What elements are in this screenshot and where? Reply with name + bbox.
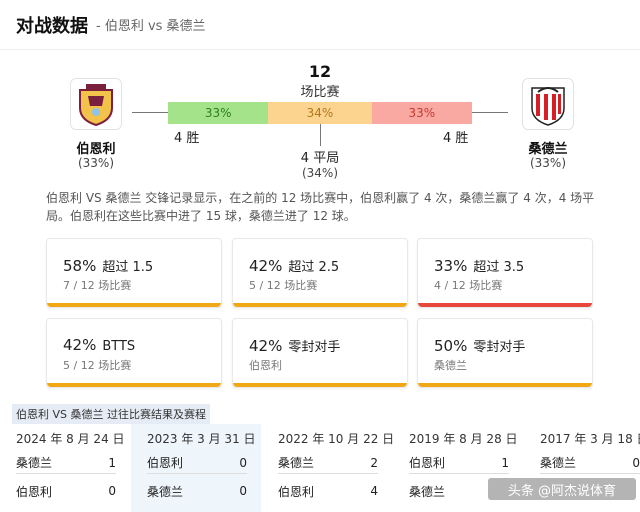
team-score: 0 [632, 455, 640, 470]
match-row: 桑德兰 0 [540, 452, 640, 474]
stat-label: 超过 2.5 [288, 260, 340, 275]
match-date: 2017 年 3 月 18 日 [540, 432, 640, 446]
team-score: 2 [370, 455, 378, 470]
stat-sub: 伯恩利 [249, 359, 282, 372]
team-name: 伯恩利 [278, 484, 315, 499]
past-match-card[interactable]: 2024 年 8 月 24 日 桑德兰 1 伯恩利 0 [0, 424, 130, 512]
sunderland-crest-icon[interactable] [522, 78, 574, 130]
stat-sub: 7 / 12 场比赛 [63, 279, 132, 292]
team-name: 桑德兰 [409, 484, 446, 499]
away-team-name[interactable]: 桑德兰 [508, 138, 588, 157]
team-name: 伯恩利 [147, 456, 184, 470]
stat-color-strip [418, 383, 592, 387]
burnley-crest-icon[interactable] [70, 78, 122, 130]
team-name: 伯恩利 [16, 484, 53, 499]
draw-tick [320, 124, 321, 146]
stat-label: BTTS [102, 339, 136, 354]
stat-sub: 5 / 12 场比赛 [63, 359, 132, 372]
stat-label: 零封对手 [288, 340, 341, 355]
stat-pct: 42% [249, 337, 283, 355]
stat-card-btts[interactable]: 42% BTTS 5 / 12 场比赛 [46, 318, 222, 388]
stat-sub: 4 / 12 场比赛 [434, 279, 503, 292]
team-name: 桑德兰 [147, 484, 184, 499]
team-score: 0 [239, 484, 247, 498]
match-row: 伯恩利 0 [16, 480, 116, 502]
home-team-pct: (33%) [77, 156, 115, 170]
away-wins: 4 胜 [443, 131, 469, 146]
past-matches-header: 伯恩利 VS 桑德兰 过往比赛结果及赛程 [12, 404, 210, 424]
team-score: 0 [239, 455, 247, 470]
page-header: 对战数据 - 伯恩利 vs 桑德兰 [0, 0, 640, 50]
match-date: 2019 年 8 月 28 日 [409, 432, 518, 446]
head-to-head-panel: 伯恩利 (33%) 桑德兰 (33%) 12 场比赛 33% 34% 33% 4… [0, 62, 640, 192]
stat-pct: 58% [63, 257, 97, 275]
match-row: 伯恩利 1 [409, 452, 509, 474]
result-share-bar: 33% 34% 33% [168, 102, 472, 124]
watermark: 头条 @阿杰说体育 [488, 478, 636, 500]
bar-connector-right [472, 112, 508, 113]
away-team-pct: (33%) [529, 156, 567, 170]
draw-count: 4 平局 [300, 151, 340, 166]
away-win-segment: 33% [371, 102, 472, 124]
stat-pct: 50% [434, 337, 468, 355]
match-row: 伯恩利 0 [147, 452, 247, 474]
page-subtitle: - 伯恩利 vs 桑德兰 [96, 19, 206, 34]
stat-card-over-3-5[interactable]: 33% 超过 3.5 4 / 12 场比赛 [417, 238, 593, 308]
stat-label: 零封对手 [473, 340, 526, 355]
home-wins: 4 胜 [174, 131, 200, 146]
draw-pct: (34%) [301, 166, 339, 180]
team-score: 1 [501, 455, 509, 470]
match-row: 伯恩利 4 [278, 480, 378, 502]
stat-card-over-2-5[interactable]: 42% 超过 2.5 5 / 12 场比赛 [232, 238, 408, 308]
past-match-card[interactable]: 2023 年 3 月 31 日 伯恩利 0 桑德兰 0 [131, 424, 261, 512]
stat-color-strip [233, 303, 407, 307]
team-score: 1 [108, 455, 116, 470]
stat-color-strip [418, 303, 592, 307]
draw-segment: 34% [268, 102, 372, 124]
home-team-name[interactable]: 伯恩利 [56, 138, 136, 157]
team-name: 桑德兰 [540, 456, 577, 470]
stat-sub: 桑德兰 [434, 359, 467, 372]
home-win-segment: 33% [168, 102, 269, 124]
past-match-card[interactable]: 2022 年 10 月 22 日 桑德兰 2 伯恩利 4 [262, 424, 395, 512]
match-date: 2022 年 10 月 22 日 [278, 432, 395, 446]
total-matches: 12 [308, 62, 332, 81]
stat-card-over-1-5[interactable]: 58% 超过 1.5 7 / 12 场比赛 [46, 238, 222, 308]
page-title: 对战数据 [16, 15, 88, 37]
total-matches-label: 场比赛 [300, 85, 340, 100]
team-score: 0 [108, 484, 116, 498]
match-date: 2024 年 8 月 24 日 [16, 432, 125, 446]
team-name: 伯恩利 [409, 456, 446, 470]
team-name: 桑德兰 [278, 456, 315, 470]
match-row: 桑德兰 0 [147, 480, 247, 502]
h2h-summary-text: 伯恩利 VS 桑德兰 交锋记录显示，在之前的 12 场比赛中，伯恩利赢了 4 次… [46, 191, 595, 223]
bar-connector-left [132, 112, 168, 113]
stat-card-clean-sheet-sunderland[interactable]: 50% 零封对手 桑德兰 [417, 318, 593, 388]
stat-color-strip [47, 303, 221, 307]
stat-pct: 42% [249, 257, 283, 275]
match-row: 桑德兰 1 [16, 452, 116, 474]
stat-label: 超过 1.5 [102, 260, 154, 275]
stat-pct: 42% [63, 336, 97, 354]
stat-color-strip [233, 383, 407, 387]
match-date: 2023 年 3 月 31 日 [147, 432, 256, 446]
team-name: 桑德兰 [16, 456, 53, 470]
stat-label: 超过 3.5 [473, 260, 525, 275]
match-row: 桑德兰 2 [278, 452, 378, 474]
stat-pct: 33% [434, 257, 468, 275]
team-score: 4 [370, 484, 378, 498]
stat-sub: 5 / 12 场比赛 [249, 279, 318, 292]
stat-card-clean-sheet-burnley[interactable]: 42% 零封对手 伯恩利 [232, 318, 408, 388]
stat-color-strip [47, 383, 221, 387]
